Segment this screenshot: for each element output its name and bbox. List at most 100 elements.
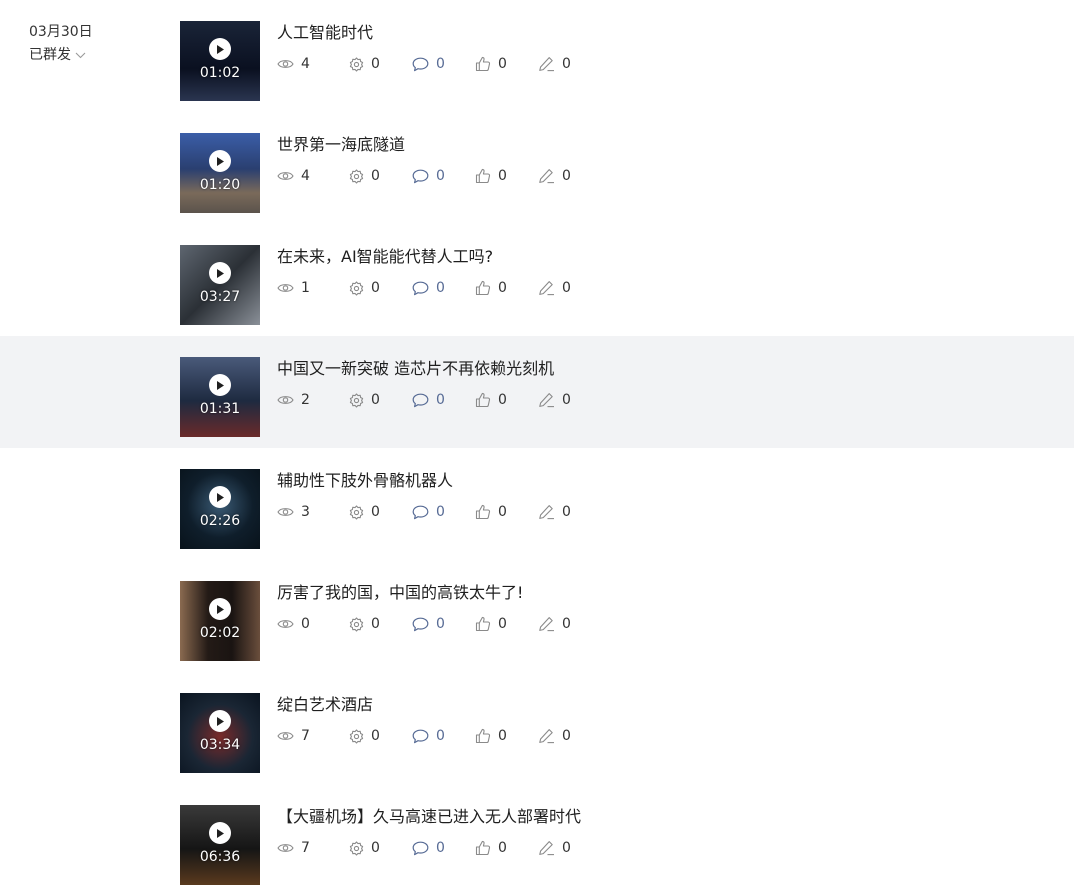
video-thumbnail[interactable]: 02:02: [180, 581, 260, 661]
video-duration: 03:27: [199, 289, 241, 305]
edits-stat: 0: [538, 54, 578, 74]
video-stats: 2 0 0 0 0: [277, 390, 578, 410]
comment-icon: [412, 505, 429, 520]
pencil-icon: [538, 168, 555, 184]
video-title[interactable]: 中国又一新突破 造芯片不再依赖光刻机: [277, 358, 554, 380]
shares-stat: 0: [349, 390, 412, 410]
comments-stat[interactable]: 0: [412, 278, 475, 298]
video-title[interactable]: 绽白艺术酒店: [277, 694, 373, 716]
video-row: 02:02 厉害了我的国，中国的高铁太牛了! 0 0 0 0 0: [0, 560, 1074, 672]
eye-icon: [277, 170, 294, 182]
shares-stat-count: 0: [371, 840, 380, 856]
eye-icon: [277, 282, 294, 294]
comments-stat-count: 0: [436, 728, 445, 744]
video-stats: 4 0 0 0 0: [277, 166, 578, 186]
play-icon[interactable]: [209, 374, 231, 396]
comments-stat-count: 0: [436, 616, 445, 632]
video-thumbnail[interactable]: 01:02: [180, 21, 260, 101]
video-row: 02:26 辅助性下肢外骨骼机器人 3 0 0 0 0: [0, 448, 1074, 560]
likes-stat-count: 0: [498, 616, 507, 632]
play-icon[interactable]: [209, 822, 231, 844]
video-thumbnail[interactable]: 02:26: [180, 469, 260, 549]
comments-stat[interactable]: 0: [412, 390, 475, 410]
likes-stat-count: 0: [498, 504, 507, 520]
views-stat: 4: [277, 166, 349, 186]
views-stat: 7: [277, 726, 349, 746]
comments-stat[interactable]: 0: [412, 838, 475, 858]
likes-stat: 0: [475, 838, 538, 858]
shares-stat: 0: [349, 278, 412, 298]
comments-stat-count: 0: [436, 56, 445, 72]
video-title[interactable]: 辅助性下肢外骨骼机器人: [277, 470, 453, 492]
play-icon[interactable]: [209, 262, 231, 284]
edits-stat-count: 0: [562, 392, 571, 408]
video-title[interactable]: 世界第一海底隧道: [277, 134, 405, 156]
edits-stat-count: 0: [562, 840, 571, 856]
edits-stat: 0: [538, 614, 578, 634]
pencil-icon: [538, 728, 555, 744]
gear-icon: [349, 392, 364, 408]
video-thumbnail[interactable]: 01:31: [180, 357, 260, 437]
comments-stat[interactable]: 0: [412, 726, 475, 746]
views-stat: 7: [277, 838, 349, 858]
video-thumbnail[interactable]: 03:27: [180, 245, 260, 325]
video-title[interactable]: 在未来，AI智能能代替人工吗?: [277, 246, 493, 268]
comments-stat-count: 0: [436, 280, 445, 296]
thumbnail-image: [180, 21, 260, 101]
likes-stat-count: 0: [498, 392, 507, 408]
pencil-icon: [538, 280, 555, 296]
edits-stat: 0: [538, 726, 578, 746]
play-icon[interactable]: [209, 150, 231, 172]
shares-stat-count: 0: [371, 616, 380, 632]
thumbs-up-icon: [475, 616, 491, 632]
video-duration: 01:02: [199, 65, 241, 81]
comments-stat[interactable]: 0: [412, 54, 475, 74]
eye-icon: [277, 394, 294, 406]
edits-stat-count: 0: [562, 56, 571, 72]
thumbs-up-icon: [475, 280, 491, 296]
likes-stat-count: 0: [498, 168, 507, 184]
thumbnail-image: [180, 357, 260, 437]
edits-stat: 0: [538, 502, 578, 522]
pencil-icon: [538, 392, 555, 408]
thumbs-up-icon: [475, 728, 491, 744]
video-row: 01:20 世界第一海底隧道 4 0 0 0 0: [0, 112, 1074, 224]
video-title[interactable]: 厉害了我的国，中国的高铁太牛了!: [277, 582, 523, 604]
edits-stat-count: 0: [562, 728, 571, 744]
likes-stat: 0: [475, 54, 538, 74]
video-stats: 3 0 0 0 0: [277, 502, 578, 522]
eye-icon: [277, 618, 294, 630]
gear-icon: [349, 728, 364, 744]
video-thumbnail[interactable]: 03:34: [180, 693, 260, 773]
edits-stat: 0: [538, 390, 578, 410]
views-stat-count: 3: [301, 504, 310, 520]
video-duration: 01:20: [199, 177, 241, 193]
comments-stat-count: 0: [436, 840, 445, 856]
play-icon[interactable]: [209, 710, 231, 732]
views-stat-count: 1: [301, 280, 310, 296]
shares-stat-count: 0: [371, 56, 380, 72]
thumbs-up-icon: [475, 168, 491, 184]
views-stat: 4: [277, 54, 349, 74]
video-thumbnail[interactable]: 06:36: [180, 805, 260, 885]
eye-icon: [277, 842, 294, 854]
video-thumbnail[interactable]: 01:20: [180, 133, 260, 213]
pencil-icon: [538, 504, 555, 520]
comments-stat[interactable]: 0: [412, 166, 475, 186]
video-stats: 7 0 0 0 0: [277, 726, 578, 746]
video-title[interactable]: 人工智能时代: [277, 22, 373, 44]
pencil-icon: [538, 616, 555, 632]
comment-icon: [412, 729, 429, 744]
play-icon[interactable]: [209, 38, 231, 60]
likes-stat: 0: [475, 614, 538, 634]
play-icon[interactable]: [209, 486, 231, 508]
comments-stat[interactable]: 0: [412, 614, 475, 634]
gear-icon: [349, 616, 364, 632]
play-icon[interactable]: [209, 598, 231, 620]
views-stat-count: 2: [301, 392, 310, 408]
video-title[interactable]: 【大疆机场】久马高速已进入无人部署时代: [277, 806, 581, 828]
gear-icon: [349, 56, 364, 72]
video-duration: 06:36: [199, 849, 241, 865]
comments-stat[interactable]: 0: [412, 502, 475, 522]
shares-stat: 0: [349, 838, 412, 858]
